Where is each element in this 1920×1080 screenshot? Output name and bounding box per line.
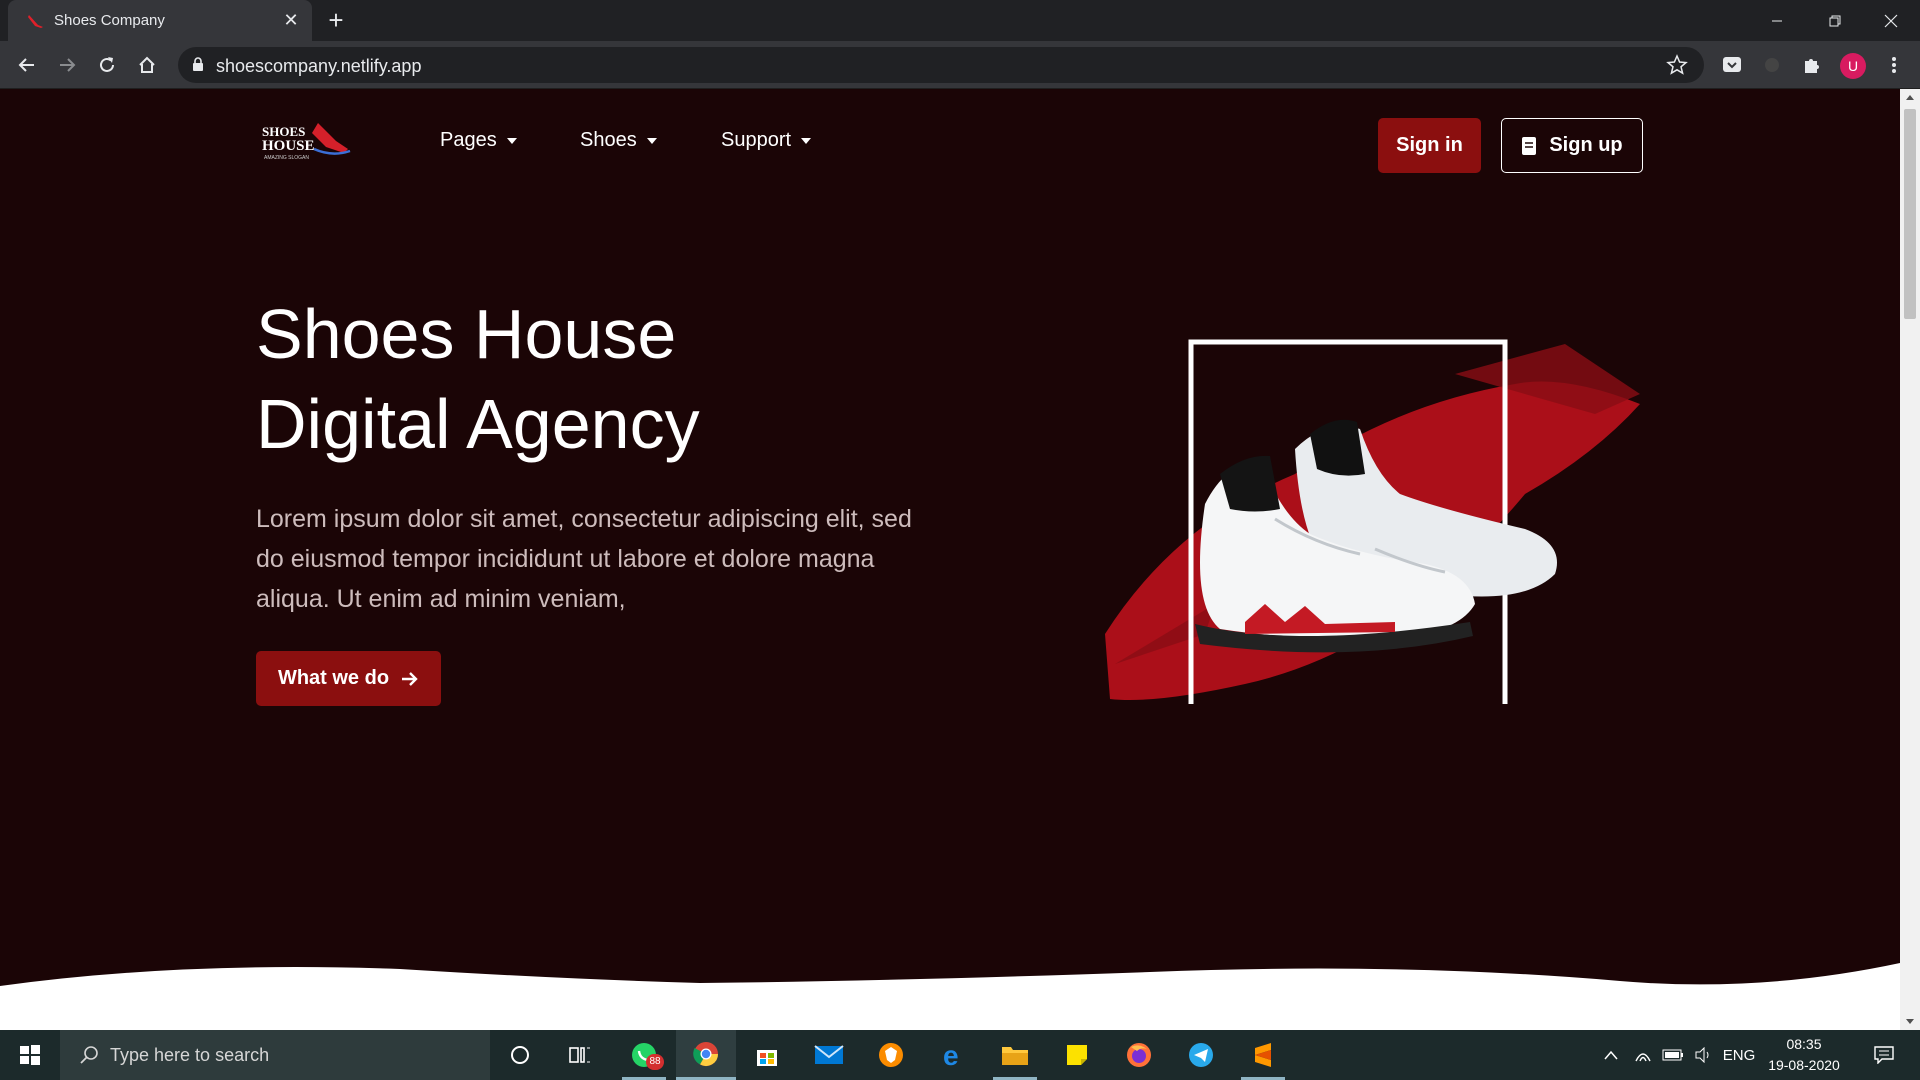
bookmark-star-icon[interactable] xyxy=(1666,54,1688,76)
browser-tab[interactable]: Shoes Company ✕ xyxy=(8,0,312,41)
sign-in-button[interactable]: Sign in xyxy=(1378,118,1481,173)
hero-title: Shoes House Digital Agency xyxy=(256,289,896,469)
nav-pages-label: Pages xyxy=(440,129,497,151)
volume-icon[interactable] xyxy=(1688,1030,1718,1080)
tray-chevron-up-icon[interactable] xyxy=(1596,1030,1626,1080)
brave-icon[interactable] xyxy=(861,1030,921,1080)
file-explorer-icon[interactable] xyxy=(985,1030,1045,1080)
nav-shoes-label: Shoes xyxy=(580,129,637,151)
browser-toolbar: shoescompany.netlify.app U xyxy=(0,41,1920,89)
what-we-do-button[interactable]: What we do xyxy=(256,651,441,706)
new-tab-icon[interactable]: + xyxy=(322,7,350,35)
chevron-down-icon xyxy=(646,137,657,144)
hero-title-line2: Digital Agency xyxy=(256,385,700,463)
whatsapp-badge: 88 xyxy=(646,1054,664,1070)
lock-icon xyxy=(193,57,203,71)
windows-start-icon[interactable] xyxy=(0,1030,60,1080)
url-text: shoescompany.netlify.app xyxy=(216,56,422,76)
logo-text-bottom: AMAZING SLOGAN xyxy=(264,155,309,161)
sign-in-label: Sign in xyxy=(1396,134,1463,156)
svg-text:e: e xyxy=(943,1042,959,1068)
hero-title-line1: Shoes House xyxy=(256,295,677,373)
page-scrollbar[interactable] xyxy=(1900,89,1920,1030)
chevron-down-icon xyxy=(506,137,517,144)
window-close-icon[interactable] xyxy=(1862,0,1920,41)
address-bar[interactable]: shoescompany.netlify.app xyxy=(178,47,1704,83)
what-we-do-label: What we do xyxy=(277,667,390,689)
extensions-puzzle-icon[interactable] xyxy=(1800,53,1824,77)
telegram-icon[interactable] xyxy=(1171,1030,1231,1080)
clock-date: 19-08-2020 xyxy=(1768,1057,1840,1073)
notification-center-icon[interactable] xyxy=(1864,1030,1904,1080)
firefox-icon[interactable] xyxy=(1109,1030,1169,1080)
mail-icon[interactable] xyxy=(799,1030,859,1080)
taskbar-search-placeholder: Type here to search xyxy=(110,1045,270,1065)
sign-up-button[interactable]: Sign up xyxy=(1501,118,1643,173)
scroll-thumb[interactable] xyxy=(1904,109,1916,319)
whatsapp-icon[interactable]: 88 xyxy=(614,1030,674,1080)
home-icon[interactable] xyxy=(132,50,162,80)
arrow-right-icon xyxy=(402,671,418,686)
search-icon xyxy=(80,1046,98,1064)
sublime-text-icon[interactable] xyxy=(1233,1030,1293,1080)
taskbar-search-box[interactable]: Type here to search xyxy=(60,1030,490,1080)
scroll-up-icon[interactable] xyxy=(1906,95,1914,100)
sticky-notes-icon[interactable] xyxy=(1047,1030,1107,1080)
hero-description: Lorem ipsum dolor sit amet, consectetur … xyxy=(256,505,912,613)
scroll-down-icon[interactable] xyxy=(1906,1019,1914,1024)
language-text: ENG xyxy=(1722,1046,1756,1064)
store-icon[interactable] xyxy=(737,1030,797,1080)
chrome-icon[interactable] xyxy=(676,1030,736,1080)
nav-shoes[interactable]: Shoes xyxy=(580,129,657,152)
tab-close-icon[interactable]: ✕ xyxy=(280,9,302,31)
windows-taskbar: Type here to search 88 e ENG 08:35 19-08… xyxy=(0,1030,1920,1080)
browser-tab-bar: Shoes Company ✕ + xyxy=(0,0,1920,41)
menu-kebab-icon[interactable] xyxy=(1882,53,1906,77)
document-icon xyxy=(1522,136,1537,155)
shoes-house-logo[interactable]: SHOES HOUSE AMAZING SLOGAN xyxy=(262,119,354,165)
nav-support[interactable]: Support xyxy=(721,129,812,152)
language-indicator[interactable]: ENG xyxy=(1720,1030,1758,1080)
back-icon[interactable] xyxy=(12,50,42,80)
window-restore-icon[interactable] xyxy=(1806,0,1864,41)
web-page: SHOES HOUSE AMAZING SLOGAN Pages Shoes S… xyxy=(0,89,1920,1030)
reload-icon[interactable] xyxy=(92,50,122,80)
forward-icon[interactable] xyxy=(52,50,82,80)
sign-up-label: Sign up xyxy=(1549,134,1623,156)
wifi-icon[interactable] xyxy=(1628,1030,1658,1080)
battery-icon[interactable] xyxy=(1658,1030,1688,1080)
logo-text-top: SHOES xyxy=(262,124,305,139)
cortana-icon[interactable] xyxy=(490,1030,550,1080)
taskbar-clock[interactable]: 08:35 19-08-2020 xyxy=(1760,1034,1848,1076)
pocket-extension-icon[interactable] xyxy=(1720,53,1744,77)
nav-support-label: Support xyxy=(721,129,792,151)
edge-icon[interactable]: e xyxy=(923,1030,983,1080)
shoe-favicon-icon xyxy=(28,15,43,28)
nav-pages[interactable]: Pages xyxy=(440,129,517,152)
clock-time: 08:35 xyxy=(1786,1036,1822,1052)
chevron-down-icon xyxy=(801,137,812,144)
extension-icon[interactable] xyxy=(1760,53,1784,77)
bottom-wave-divider xyxy=(0,963,1920,1030)
tab-title: Shoes Company xyxy=(54,12,165,29)
window-minimize-icon[interactable] xyxy=(1748,0,1806,41)
logo-text-mid: HOUSE xyxy=(262,138,315,154)
profile-avatar[interactable]: U xyxy=(1840,53,1866,79)
task-view-icon[interactable] xyxy=(550,1030,610,1080)
sneakers-hero-image xyxy=(1105,339,1640,704)
